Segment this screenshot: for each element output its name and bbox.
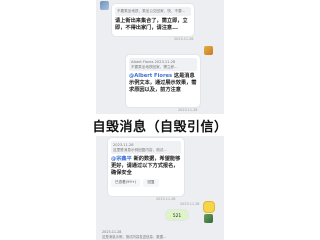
quoted-text: 不要乘坐地铁回家，需立即... (131, 64, 178, 69)
message-timestamp: 2023.11.28 (174, 37, 194, 41)
quoted-message[interactable]: 不要乘坐地铁，乘坐公交回家，快，不要... (115, 7, 191, 16)
sticker-icon[interactable] (204, 202, 214, 212)
message-timestamp: 2023.11.28 (156, 197, 176, 201)
avatar[interactable] (204, 214, 213, 223)
avatar[interactable] (100, 1, 109, 10)
mention-link[interactable]: @宗鑫平 (111, 156, 132, 162)
page-title: 自毁消息（自毁引信） (92, 120, 228, 135)
message-preview[interactable]: 2023.11.28 这是消息示例，测试内容发送信息，数据... (102, 230, 212, 240)
message-timestamp: 2023.11.28 (178, 108, 198, 112)
message-bubble[interactable]: Albert Fiores 2023.11.28 不要乘坐地铁回家，需立即...… (126, 55, 200, 107)
message-timestamp: 2023.11.28 (180, 202, 200, 206)
avatar[interactable] (204, 46, 213, 55)
message-text: 这是消息示例，测试内容发送信息，数据... (102, 234, 167, 239)
message-text: 请上街出来集合了，需立即，立即，不得出家门，请注意... (115, 17, 188, 31)
message-bubble[interactable]: 521 (166, 210, 188, 220)
message-text: 521 (172, 214, 182, 219)
mention-link[interactable]: @Albert Fiores (129, 73, 172, 79)
quoted-message[interactable]: 2023.11.28 这里是消息示例回复内容，测试... (111, 141, 181, 155)
message-bubble[interactable]: 不要乘坐地铁，乘坐公交回家，快，不要... 请上街出来集合了，需立即，立即，不得… (112, 4, 194, 36)
reply-button[interactable]: 回复 (143, 179, 159, 187)
read-count-button[interactable]: 已查看(99+) (111, 179, 141, 187)
title-banner: 自毁消息（自毁引信） (0, 114, 320, 136)
quoted-text: 这里是消息示例回复内容，测试... (113, 147, 167, 152)
message-bubble[interactable]: 2023.11.28 这里是消息示例回复内容，测试... @宗鑫平 新的数据，希… (108, 138, 184, 196)
quoted-text: 不要乘坐地铁，乘坐公交回家，快，不要... (117, 9, 186, 13)
quoted-message[interactable]: Albert Fiores 2023.11.28 不要乘坐地铁回家，需立即... (129, 58, 197, 72)
